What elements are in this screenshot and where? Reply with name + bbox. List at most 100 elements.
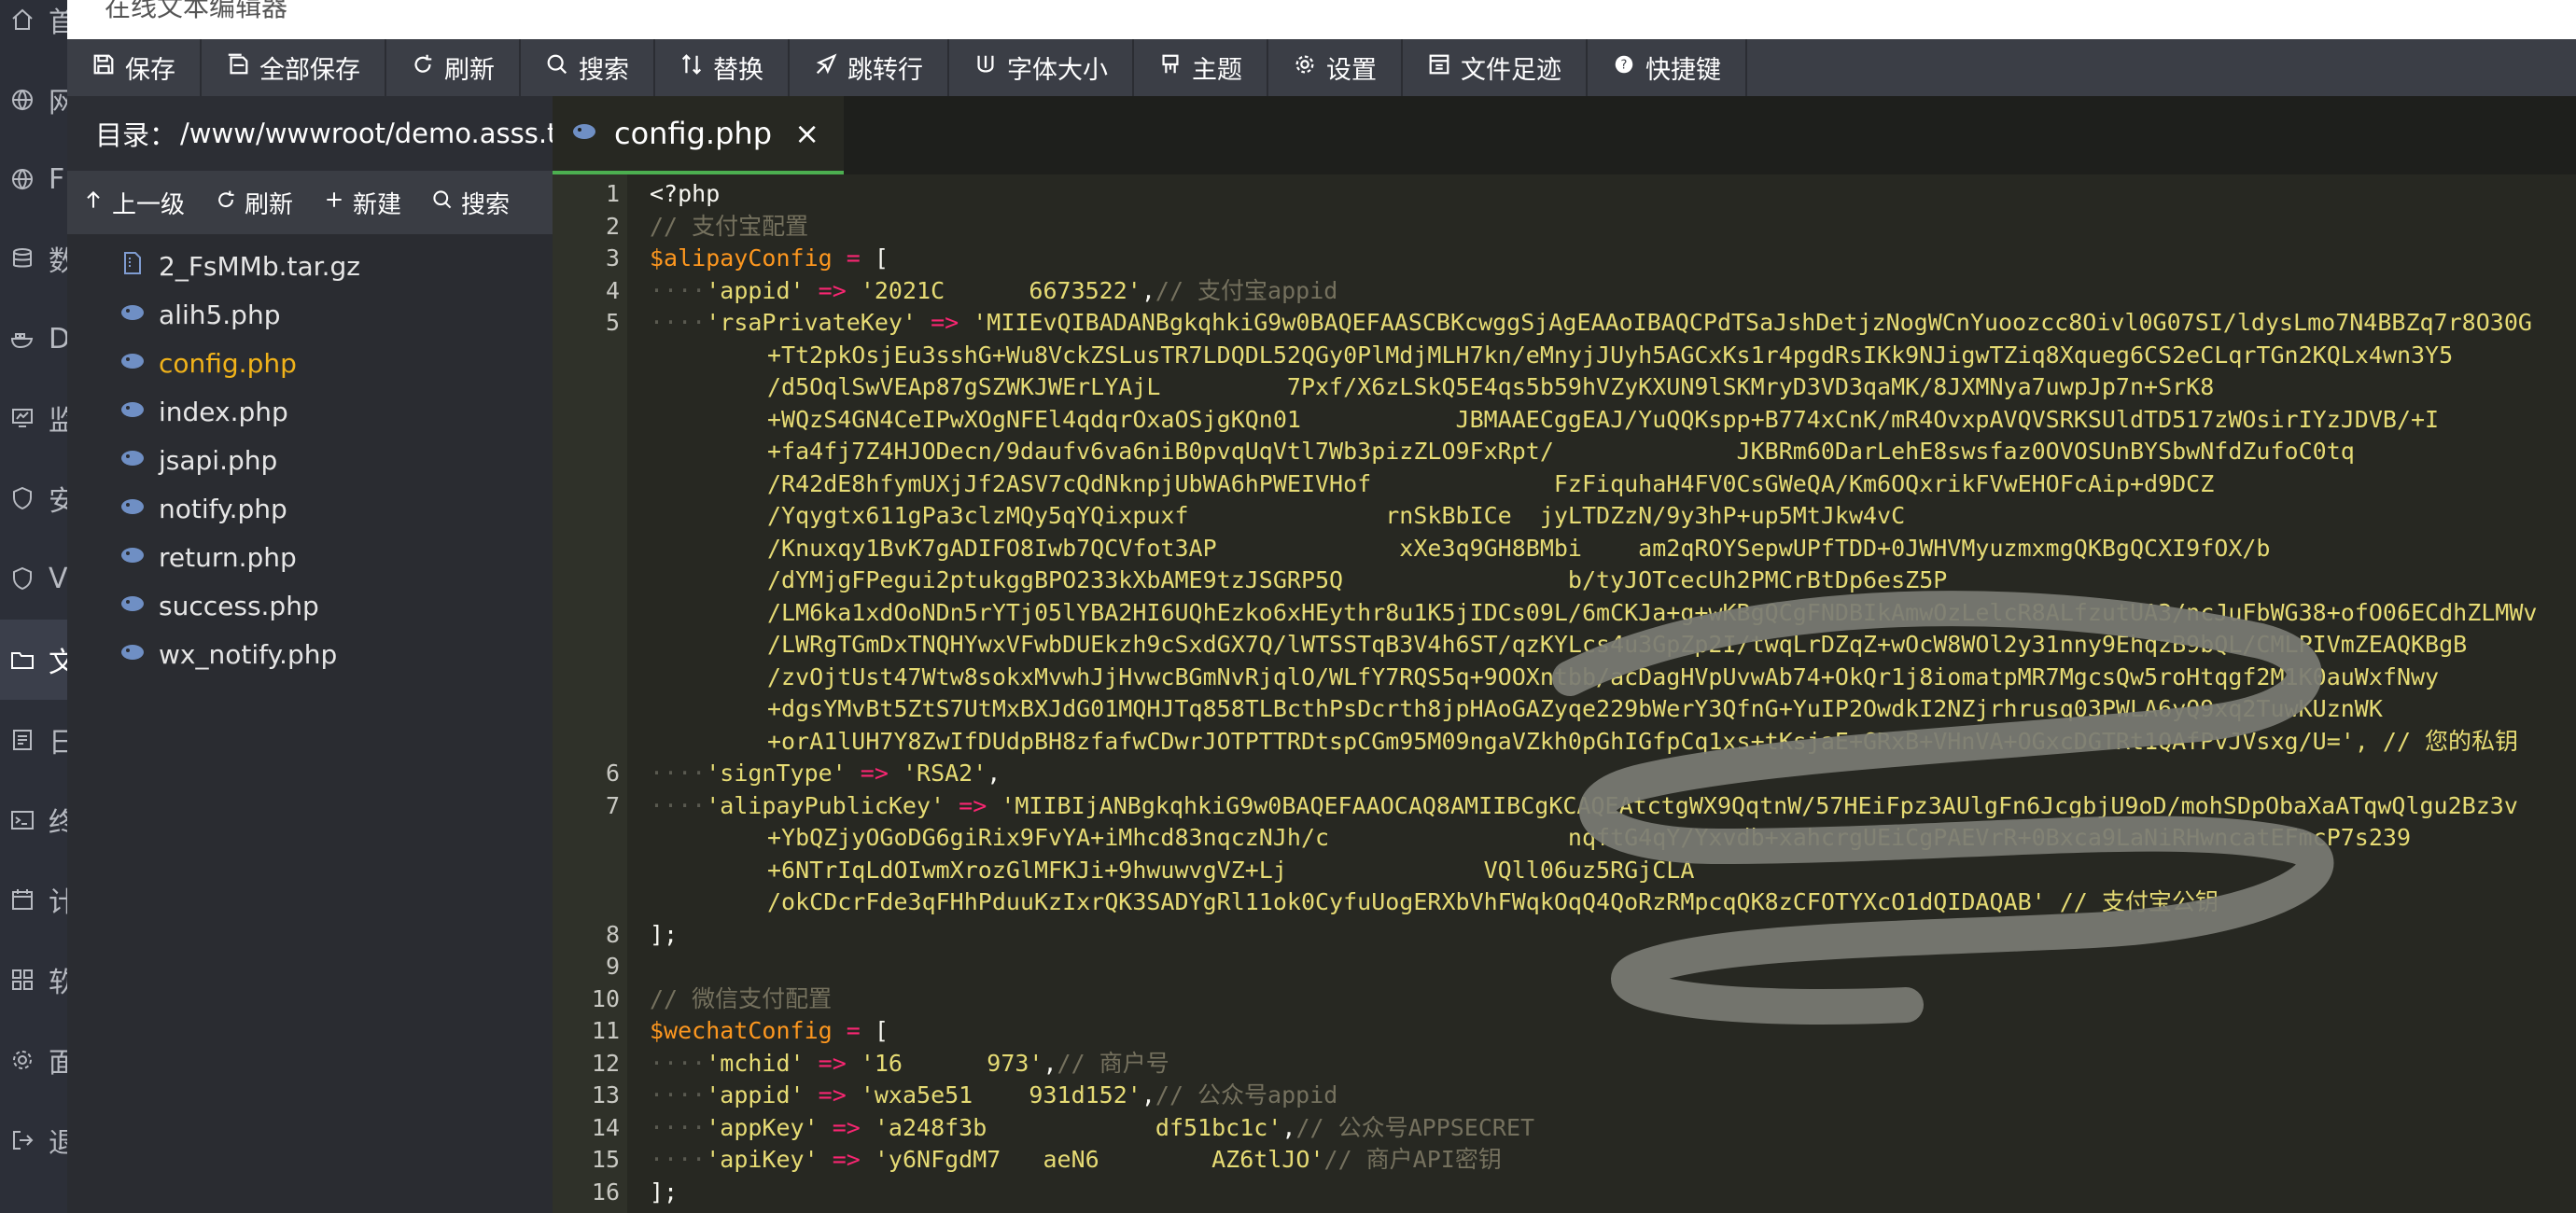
- sidebar-item-13[interactable]: 面: [0, 1020, 67, 1100]
- file-item[interactable]: jsapi.php: [67, 436, 553, 484]
- file-item[interactable]: config.php: [67, 339, 553, 387]
- file-action-label: 搜索: [461, 190, 511, 219]
- tab-config-php[interactable]: config.php ×: [553, 96, 844, 174]
- theme-icon: [1158, 52, 1183, 83]
- globe-icon: [9, 87, 35, 113]
- sidebar-item-3[interactable]: 数: [0, 218, 67, 299]
- code-line: 8];: [553, 919, 2576, 951]
- file-name: return.php: [159, 541, 297, 573]
- toolbar-button-theme[interactable]: 主题: [1134, 39, 1268, 96]
- sidebar-item-1[interactable]: 网: [0, 60, 67, 140]
- line-code: ];: [650, 920, 679, 948]
- sidebar-item-12[interactable]: 软: [0, 940, 67, 1020]
- sidebar-item-5[interactable]: 监: [0, 378, 67, 458]
- php-file-icon: [119, 396, 146, 428]
- sidebar-item-2[interactable]: F: [0, 139, 67, 219]
- file-item[interactable]: return.php: [67, 533, 553, 581]
- line-number: 8: [605, 920, 620, 948]
- php-file-icon: [119, 638, 146, 671]
- sidebar-item-label: 计: [49, 886, 67, 919]
- save-all-icon: [226, 52, 250, 83]
- code-line: 5 ····'rsaPrivateKey' => 'MIIEvQIBADANBgk…: [553, 307, 2576, 339]
- sidebar-item-4[interactable]: D: [0, 299, 67, 379]
- editor-toolbar: 保存 全部保存 刷新 搜索 替换 跳转行 字体大小 主题 设置 文件足迹? 快捷键: [67, 39, 2576, 96]
- directory-path[interactable]: /www/wwwroot/demo.asss.t...: [180, 118, 553, 149]
- arrow-up-icon: [82, 188, 105, 217]
- code-line: 2 // 支付宝配置: [553, 211, 2576, 243]
- sidebar-item-11[interactable]: 计: [0, 859, 67, 940]
- file-action-search[interactable]: 搜索: [416, 171, 525, 234]
- code-editor[interactable]: 1 <?php 2 // 支付宝配置 3 $alipayConfig = [4 ····'a…: [553, 174, 2576, 1213]
- line-code: /R42dE8hfymUXjJf2ASV7cQdNknpjUbWA6hPWEIV…: [767, 469, 2215, 497]
- line-code: +YbQZjyOGoDG6giRix9FvYA+iMhcd83nqczNJh/c…: [767, 824, 2411, 851]
- toolbar-button-search[interactable]: 搜索: [521, 39, 655, 96]
- code-line: /Knuxqy1BvK7gADIFO8Iwb7QCVfot3AP xXe3q9G…: [553, 533, 2576, 565]
- toolbar-button-goto-line[interactable]: 跳转行: [790, 39, 949, 96]
- php-file-icon: [119, 493, 146, 525]
- line-number: 3: [605, 244, 620, 272]
- code-line: 10 // 微信支付配置: [553, 983, 2576, 1015]
- directory-bar: 目录： /www/wwwroot/demo.asss.t...: [67, 96, 553, 171]
- file-name: wx_notify.php: [159, 638, 338, 670]
- sidebar-item-8[interactable]: 文: [0, 620, 67, 700]
- toolbar-button-font-size[interactable]: 字体大小: [949, 39, 1134, 96]
- line-number: 10: [591, 984, 620, 1012]
- toolbar-button-gear[interactable]: 设置: [1268, 39, 1403, 96]
- code-line: /zvOjtUst47Wtw8sokxMvwhJjHvwcBGmNvRjqlO/…: [553, 662, 2576, 693]
- file-item[interactable]: 2_FsMMb.tar.gz: [67, 242, 553, 290]
- toolbar-button-save[interactable]: 保存: [67, 39, 202, 96]
- calendar-icon: [9, 886, 35, 913]
- toolbar-button-help[interactable]: ? 快捷键: [1588, 39, 1747, 96]
- toolbar-button-label: 主题: [1192, 56, 1242, 85]
- sidebar-item-6[interactable]: 安: [0, 458, 67, 538]
- folder-icon: [9, 647, 35, 673]
- code-line: /dYMjgFPegui2ptukggBPO233kXbAME9tzJSGRP5…: [553, 565, 2576, 596]
- code-line: 16];: [553, 1177, 2576, 1208]
- file-item[interactable]: success.php: [67, 581, 553, 630]
- file-action-refresh[interactable]: 刷新: [200, 171, 308, 234]
- toolbar-button-label: 快捷键: [1645, 56, 1721, 85]
- sidebar-item-0[interactable]: 首: [0, 0, 67, 60]
- code-line: 6 ····'signType' => 'RSA2',: [553, 758, 2576, 789]
- gear-icon: [1293, 52, 1317, 83]
- code-line: 1 <?php: [553, 178, 2576, 210]
- php-file-icon: [119, 541, 146, 574]
- php-file-icon: [119, 347, 146, 380]
- sidebar-item-label: 数: [49, 245, 67, 278]
- sidebar-item-10[interactable]: 终: [0, 780, 67, 860]
- app-sidebar: 首网 F 数 D 监安 V 文日终计软面退: [0, 0, 67, 1213]
- code-line: +YbQZjyOGoDG6giRix9FvYA+iMhcd83nqczNJh/c…: [553, 822, 2576, 854]
- toolbar-button-refresh[interactable]: 刷新: [386, 39, 521, 96]
- line-code: +6NTrIqLdOIwmXrozGlMFKJi+9hwuwvgVZ+Lj VQ…: [767, 856, 1695, 884]
- sidebar-item-label: V: [49, 562, 67, 595]
- line-number: 17: [553, 1208, 620, 1213]
- gear-icon: [9, 1047, 35, 1073]
- window-title: 在线文本编辑器: [105, 0, 288, 22]
- file-item[interactable]: notify.php: [67, 484, 553, 533]
- php-file-icon: [119, 590, 146, 622]
- toolbar-button-replace[interactable]: 替换: [655, 39, 790, 96]
- toolbar-button-history[interactable]: 文件足迹: [1403, 39, 1588, 96]
- sidebar-item-7[interactable]: V: [0, 538, 67, 619]
- refresh-icon: [411, 52, 435, 83]
- line-number: 15: [591, 1146, 620, 1173]
- code-line: 7 ····'alipayPublicKey' => 'MIIBIjANBgkqh…: [553, 790, 2576, 822]
- line-number: 13: [591, 1081, 620, 1108]
- terminal-icon: [9, 807, 35, 833]
- sidebar-item-9[interactable]: 日: [0, 700, 67, 780]
- file-action-arrow-up[interactable]: 上一级: [67, 171, 200, 234]
- line-code: /dYMjgFPegui2ptukggBPO233kXbAME9tzJSGRP5…: [767, 566, 1948, 593]
- code-line: /okCDcrFde3qFHhPduuKzIxrQK3SADYgRl11ok0C…: [553, 886, 2576, 918]
- close-icon[interactable]: ×: [794, 116, 819, 151]
- toolbar-button-save-all[interactable]: 全部保存: [202, 39, 386, 96]
- file-item[interactable]: wx_notify.php: [67, 630, 553, 678]
- sidebar-item-label: 安: [49, 485, 67, 518]
- file-action-plus[interactable]: 新建: [308, 171, 416, 234]
- line-code: +WQzS4GN4CeIPwXOgNFEl4qdqrOxaOSjgKQn01 J…: [767, 405, 2440, 433]
- file-item[interactable]: alih5.php: [67, 290, 553, 339]
- code-line: /Yqygtx611gPa3clzMQy5qYQixpuxf rnSkBbICe…: [553, 500, 2576, 532]
- sidebar-item-14[interactable]: 退: [0, 1100, 67, 1180]
- file-item[interactable]: index.php: [67, 387, 553, 436]
- line-code: +fa4fj7Z4HJODecn/9daufv6va6niB0pvqUqVtl7…: [767, 438, 2355, 465]
- code-line: +dgsYMvBt5ZtS7UtMxBXJdG01MQHJTq858TLBcth…: [553, 693, 2576, 725]
